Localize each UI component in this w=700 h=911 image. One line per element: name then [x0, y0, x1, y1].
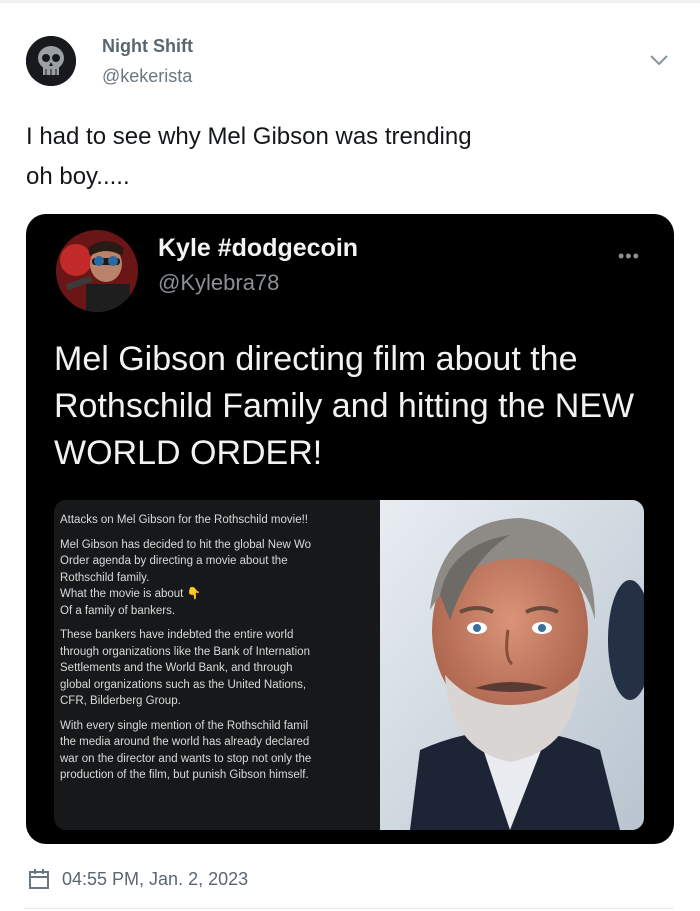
tweet-timestamp[interactable]: 04:55 PM, Jan. 2, 2023: [62, 869, 248, 890]
author-handle[interactable]: @kekerista: [102, 66, 192, 87]
author-name[interactable]: Night Shift: [102, 36, 193, 57]
image-text-line: Order agenda by directing a movie about …: [60, 555, 288, 567]
image-text-line: production of the film, but punish Gibso…: [60, 769, 309, 781]
calendar-icon: [29, 869, 49, 889]
image-text-line: war on the director and wants to stop no…: [60, 752, 312, 765]
image-text-paragraph: Mel Gibson has decided to hit the global…: [60, 537, 376, 620]
portrait-photo: [380, 500, 644, 830]
more-options-icon[interactable]: •••: [618, 246, 640, 267]
image-text-line: Of a family of bankers.: [60, 604, 176, 617]
image-text-line: Mel Gibson has decided to hit the global…: [60, 538, 312, 551]
image-text-paragraph: These bankers have indebted the entire w…: [60, 627, 376, 710]
tweet-text-line: I had to see why Mel Gibson was trending: [26, 123, 472, 150]
image-text-line: With every single mention of the Rothsch…: [60, 719, 308, 732]
timestamp-row: 04:55 PM, Jan. 2, 2023: [28, 867, 248, 891]
chevron-down-icon[interactable]: [648, 52, 670, 68]
quoted-author-handle[interactable]: @Kylebra78: [158, 270, 279, 296]
portrait-image-icon: [380, 500, 644, 830]
person-avatar-icon: [56, 230, 138, 312]
image-text-panel: Attacks on Mel Gibson for the Rothschild…: [54, 500, 382, 830]
image-text-line: global organizations such as the United …: [60, 678, 307, 691]
quoted-post-headline: Mel Gibson directing film about the Roth…: [54, 340, 635, 472]
tweet-header: Night Shift @kekerista: [0, 0, 700, 100]
image-text-line: through organizations like the Bank of I…: [60, 645, 310, 658]
quoted-post[interactable]: Kyle #dodgecoin @Kylebra78 ••• Mel Gibso…: [26, 214, 674, 844]
image-text-line: These bankers have indebted the entire w…: [60, 629, 294, 641]
quoted-post-image[interactable]: Attacks on Mel Gibson for the Rothschild…: [54, 500, 644, 830]
image-text-title: Attacks on Mel Gibson for the Rothschild…: [60, 514, 308, 526]
image-text-line: What the movie is about 👇: [60, 588, 201, 600]
image-text-line: Settlements and the World Bank, and thro…: [60, 662, 293, 674]
quoted-author-name[interactable]: Kyle #dodgecoin: [158, 234, 358, 263]
image-text-paragraph: With every single mention of the Rothsch…: [60, 718, 376, 784]
tweet-text: I had to see why Mel Gibson was trending…: [26, 117, 666, 197]
quoted-author-avatar[interactable]: [56, 230, 138, 312]
image-text-line: the media around the world has already d…: [60, 736, 310, 748]
image-text-line: CFR, Bilderberg Group.: [60, 695, 181, 707]
bottom-divider: [24, 908, 674, 909]
skull-avatar-icon: [26, 36, 76, 86]
author-avatar[interactable]: [26, 36, 76, 86]
image-text-line: Rothschild family.: [60, 571, 150, 584]
tweet-text-line: oh boy.....: [26, 163, 130, 190]
